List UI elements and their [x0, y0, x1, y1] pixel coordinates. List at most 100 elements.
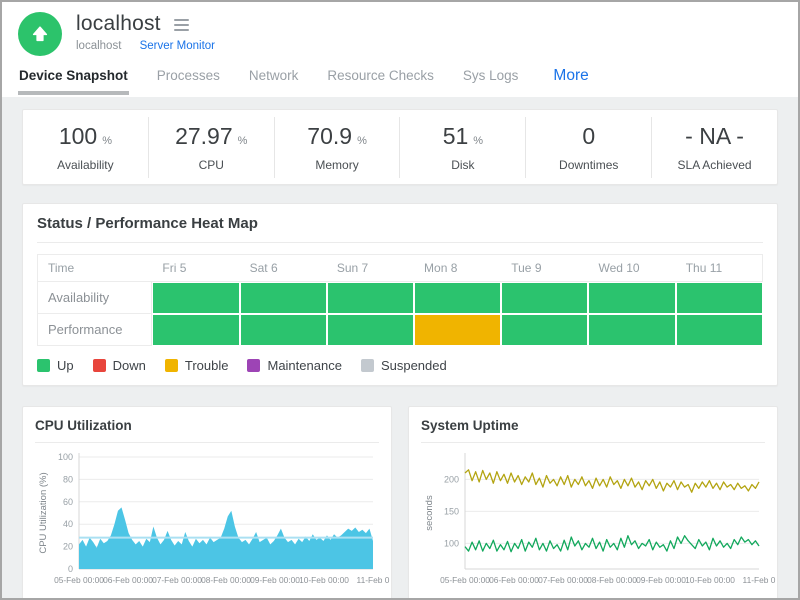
stat-unit: % — [357, 135, 367, 147]
cpu-utilization-card: CPU Utilization 0 20 40 60 80 100 05-Feb 00:00… — [22, 406, 392, 598]
stat-label: CPU — [149, 158, 274, 172]
heatmap-row-label: Availability — [37, 282, 152, 314]
legend-label: Maintenance — [267, 358, 341, 373]
svg-text:100: 100 — [58, 452, 73, 462]
svg-text:40: 40 — [63, 519, 73, 529]
stat-unit: % — [238, 135, 248, 147]
heatmap-row-label: Performance — [37, 314, 152, 346]
stat-downtimes: 0 Downtimes — [526, 117, 652, 178]
heatmap-cell-availability-sun-7-up[interactable] — [327, 282, 414, 314]
down-swatch-icon — [93, 359, 106, 372]
menu-icon[interactable] — [174, 17, 189, 31]
svg-text:08-Feb 00:00: 08-Feb 00:00 — [587, 575, 637, 585]
stat-label: Downtimes — [526, 158, 651, 172]
stat-availability: 100% Availability — [23, 117, 149, 178]
heatmap-cell-performance-sat-6-up[interactable] — [240, 314, 327, 346]
svg-text:20: 20 — [63, 542, 73, 552]
stat-value: 27.97 — [175, 123, 233, 150]
svg-text:CPU Utilization (%): CPU Utilization (%) — [38, 472, 49, 553]
heatmap-cell-availability-wed-10-up[interactable] — [588, 282, 675, 314]
heatmap-cell-availability-mon-8-up[interactable] — [414, 282, 501, 314]
tab-processes[interactable]: Processes — [156, 68, 221, 95]
heatmap-col-time: Time — [37, 254, 152, 282]
svg-text:200: 200 — [444, 474, 459, 484]
tab-network[interactable]: Network — [248, 68, 300, 95]
stat-value: 100 — [59, 123, 97, 150]
legend-item-maintenance: Maintenance — [247, 358, 341, 373]
legend-item-down: Down — [93, 358, 146, 373]
stats-card: 100% Availability 27.97% CPU70.9%Memory 51% D… — [22, 109, 778, 185]
heatmap-cell-performance-mon-8-trouble[interactable] — [414, 314, 501, 346]
svg-text:07-Feb 00:00: 07-Feb 00:00 — [538, 575, 588, 585]
stat-memory: 70.9%Memory — [275, 117, 401, 178]
cpu-chart-title: CPU Utilization — [35, 418, 379, 443]
svg-text:seconds: seconds — [424, 495, 435, 531]
svg-text:05-Feb 00:00: 05-Feb 00:00 — [440, 575, 490, 585]
legend-label: Down — [113, 358, 146, 373]
stat-label: Availability — [23, 158, 148, 172]
heatmap-col-thu-11: Thu 11 — [676, 254, 763, 282]
breadcrumb-device[interactable]: localhost — [76, 40, 121, 52]
stat-value: 0 — [582, 123, 595, 150]
heatmap-cell-availability-fri-5-up[interactable] — [152, 282, 239, 314]
up-swatch-icon — [37, 359, 50, 372]
heatmap-col-wed-10: Wed 10 — [588, 254, 675, 282]
device-status-avatar — [18, 12, 62, 56]
heatmap-col-fri-5: Fri 5 — [152, 254, 239, 282]
legend-label: Suspended — [381, 358, 447, 373]
heatmap-cell-availability-thu-11-up[interactable] — [676, 282, 763, 314]
svg-text:60: 60 — [63, 497, 73, 507]
stat-value: - NA - — [685, 123, 744, 150]
svg-text:06-Feb 00:00: 06-Feb 00:00 — [103, 575, 153, 585]
svg-text:09-Feb 00:00: 09-Feb 00:00 — [250, 575, 300, 585]
stat-value: 70.9 — [307, 123, 352, 150]
heatmap-row-performance: Performance — [37, 314, 763, 346]
legend-item-trouble: Trouble — [165, 358, 229, 373]
up-arrow-icon — [29, 23, 51, 45]
heatmap-col-sun-7: Sun 7 — [327, 254, 414, 282]
svg-text:100: 100 — [444, 538, 459, 548]
svg-text:11-Feb 0: 11-Feb 0 — [357, 575, 390, 585]
legend-item-up: Up — [37, 358, 74, 373]
heatmap-col-sat-6: Sat 6 — [240, 254, 327, 282]
heatmap-cell-performance-fri-5-up[interactable] — [152, 314, 239, 346]
tab-sys-logs[interactable]: Sys Logs — [462, 68, 520, 95]
tab-more[interactable]: More — [552, 67, 589, 97]
stat-disk: 51% Disk — [400, 117, 526, 178]
heatmap-col-mon-8: Mon 8 — [414, 254, 501, 282]
tab-resource-checks[interactable]: Resource Checks — [326, 68, 435, 95]
system-uptime-chart: 10015020005-Feb 00:0006-Feb 00:0007-Feb … — [421, 447, 765, 598]
tab-bar: Device Snapshot Processes Network Resource … — [2, 56, 798, 97]
tab-device-snapshot[interactable]: Device Snapshot — [18, 68, 129, 95]
svg-text:11-Feb 0: 11-Feb 0 — [743, 575, 776, 585]
page-title: localhost — [76, 12, 161, 36]
svg-text:0: 0 — [68, 564, 73, 574]
header-text: localhost localhost Server Monitor — [76, 12, 215, 56]
heatmap-cell-performance-wed-10-up[interactable] — [588, 314, 675, 346]
heatmap-cell-performance-thu-11-up[interactable] — [676, 314, 763, 346]
svg-text:07-Feb 00:00: 07-Feb 00:00 — [152, 575, 202, 585]
svg-text:10-Feb 00:00: 10-Feb 00:00 — [685, 575, 735, 585]
heatmap-card: Status / Performance Heat Map TimeFri 5S… — [22, 203, 778, 386]
svg-text:05-Feb 00:00: 05-Feb 00:00 — [54, 575, 104, 585]
content-area: 100% Availability 27.97% CPU70.9%Memory 51% D… — [2, 97, 798, 598]
heatmap-row-availability: Availability — [37, 282, 763, 314]
svg-text:10-Feb 00:00: 10-Feb 00:00 — [299, 575, 349, 585]
stat-label: Disk — [400, 158, 525, 172]
svg-text:80: 80 — [63, 474, 73, 484]
heatmap-cell-performance-sun-7-up[interactable] — [327, 314, 414, 346]
heatmap-cell-performance-tue-9-up[interactable] — [501, 314, 588, 346]
suspended-swatch-icon — [361, 359, 374, 372]
stat-value: 51 — [443, 123, 469, 150]
heatmap-cell-availability-sat-6-up[interactable] — [240, 282, 327, 314]
heatmap-cell-availability-tue-9-up[interactable] — [501, 282, 588, 314]
heatmap-col-tue-9: Tue 9 — [501, 254, 588, 282]
heatmap-table: TimeFri 5Sat 6Sun 7Mon 8Tue 9Wed 10Thu 1… — [37, 254, 763, 346]
stat-unit: % — [102, 135, 112, 147]
trouble-swatch-icon — [165, 359, 178, 372]
uptime-chart-title: System Uptime — [421, 418, 765, 443]
stat-unit: % — [473, 135, 483, 147]
svg-text:150: 150 — [444, 506, 459, 516]
header: localhost localhost Server Monitor — [2, 2, 798, 56]
breadcrumb-category-link[interactable]: Server Monitor — [140, 40, 215, 52]
